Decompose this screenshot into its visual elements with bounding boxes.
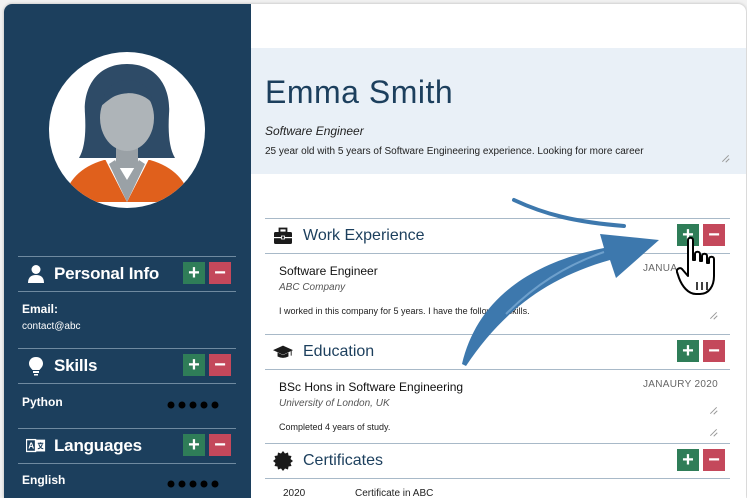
certificates-header: Certificates + −: [265, 443, 730, 479]
profile-summary[interactable]: 25 year old with 5 years of Software Eng…: [265, 146, 644, 157]
add-certificate-button[interactable]: +: [677, 449, 699, 471]
add-skill-button[interactable]: +: [183, 354, 205, 376]
hand-pointer-icon: [676, 236, 715, 295]
remove-language-button[interactable]: −: [209, 434, 231, 456]
skill-name: Python: [22, 395, 63, 409]
svg-text:A: A: [28, 442, 34, 451]
languages-label: Languages: [54, 436, 142, 455]
email-label: Email:: [22, 302, 59, 316]
arrow-overlay: [462, 198, 659, 366]
remove-certificate-button[interactable]: −: [703, 449, 725, 471]
skills-label: Skills: [54, 356, 98, 375]
work-entry-company[interactable]: ABC Company: [279, 282, 345, 293]
add-personal-info-button[interactable]: +: [183, 262, 205, 284]
briefcase-icon: [274, 227, 292, 244]
profile-avatar[interactable]: [49, 52, 205, 208]
profile-name[interactable]: Emma Smith: [265, 74, 453, 111]
education-description-resize-handle[interactable]: [709, 428, 717, 436]
remove-personal-info-button[interactable]: −: [209, 262, 231, 284]
languages-header: A Languages + −: [18, 428, 236, 464]
education-entry-institution[interactable]: University of London, UK: [279, 398, 390, 409]
work-description-resize-handle[interactable]: [709, 311, 717, 319]
email-value[interactable]: contact@abc: [22, 321, 81, 332]
summary-resize-handle[interactable]: [721, 154, 729, 162]
badge-icon: [273, 451, 293, 471]
add-education-button[interactable]: +: [677, 340, 699, 362]
certificate-name[interactable]: Certificate in ABC: [355, 488, 433, 498]
avatar-illustration: [63, 64, 191, 202]
resume-card: Personal Info + − Email: contact@abc Ski…: [4, 4, 746, 498]
education-entry-date[interactable]: JANAURY 2020: [643, 379, 718, 390]
education-label: Education: [303, 343, 375, 360]
education-entry-description[interactable]: Completed 4 years of study.: [279, 422, 390, 432]
profile-title[interactable]: Software Engineer: [265, 124, 364, 138]
language-rating[interactable]: [167, 480, 221, 488]
person-icon: [28, 265, 44, 283]
add-language-button[interactable]: +: [183, 434, 205, 456]
skills-header: Skills + −: [18, 348, 236, 384]
personal-info-label: Personal Info: [54, 264, 160, 283]
language-name: English: [22, 473, 66, 487]
graduation-cap-icon: [273, 345, 293, 358]
work-entry-title[interactable]: Software Engineer: [279, 264, 378, 278]
remove-skill-button[interactable]: −: [209, 354, 231, 376]
education-institution-resize-handle[interactable]: [709, 406, 717, 414]
remove-education-button[interactable]: −: [703, 340, 725, 362]
translate-icon: A: [26, 438, 46, 453]
sidebar: Personal Info + − Email: contact@abc Ski…: [4, 4, 251, 498]
personal-info-header: Personal Info + −: [18, 256, 236, 292]
profile-hero: Emma Smith Software Engineer 25 year old…: [251, 48, 746, 174]
certificate-year[interactable]: 2020: [283, 488, 305, 498]
certificates-label: Certificates: [303, 452, 384, 469]
work-experience-label: Work Experience: [303, 227, 425, 244]
education-entry-title[interactable]: BSc Hons in Software Engineering: [279, 380, 463, 394]
skill-rating[interactable]: [167, 401, 221, 409]
lightbulb-icon: [29, 357, 43, 376]
